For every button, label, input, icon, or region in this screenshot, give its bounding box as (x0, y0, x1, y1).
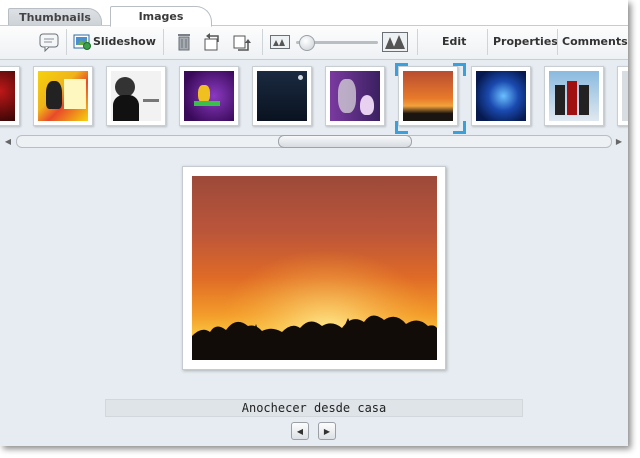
tab-images[interactable]: Images (110, 6, 212, 27)
zoom-small-icon[interactable] (270, 35, 290, 49)
tab-thumbnails[interactable]: Thumbnails (8, 8, 102, 26)
scrollbar-thumb[interactable] (278, 135, 412, 148)
rotate-right-icon[interactable] (232, 32, 252, 52)
thumbnail[interactable] (0, 66, 20, 126)
thumbnail[interactable] (617, 66, 628, 126)
toolbar-separator (262, 29, 263, 55)
toolbar-separator (487, 29, 488, 55)
scroll-left-arrow-icon[interactable]: ◀ (3, 136, 13, 146)
zoom-large-icon[interactable] (382, 32, 408, 52)
toolbar-separator (557, 29, 558, 55)
edit-button[interactable]: Edit (442, 35, 466, 48)
comment-icon[interactable] (39, 32, 59, 52)
zoom-slider-knob[interactable] (299, 35, 316, 51)
slideshow-button[interactable]: Slideshow (93, 35, 156, 48)
main-image[interactable] (192, 176, 437, 360)
toolbar: Slideshow Edit Properties Comments (0, 26, 628, 60)
selection-marker (453, 63, 466, 76)
scroll-right-arrow-icon[interactable]: ▶ (614, 136, 624, 146)
toolbar-separator (417, 29, 418, 55)
thumbnail-filmstrip (0, 60, 628, 134)
caption-text: Anochecer desde casa (241, 401, 387, 415)
toolbar-separator (66, 29, 67, 55)
trash-icon[interactable] (174, 32, 194, 52)
next-arrow-icon: ▶ (323, 426, 331, 436)
thumbnail[interactable] (471, 66, 531, 126)
thumbnail[interactable] (179, 66, 239, 126)
previous-arrow-icon: ◀ (296, 426, 304, 436)
thumbnail[interactable] (33, 66, 93, 126)
selection-marker (395, 63, 408, 76)
thumbnail[interactable] (106, 66, 166, 126)
properties-button[interactable]: Properties (493, 35, 558, 48)
selection-marker (395, 121, 408, 134)
comments-button[interactable]: Comments (562, 35, 628, 48)
tab-images-label: Images (138, 10, 184, 23)
thumbnail[interactable] (325, 66, 385, 126)
filmstrip-scrollbar[interactable]: ◀ ▶ (0, 134, 628, 148)
previous-button[interactable]: ◀ (291, 422, 309, 440)
thumbnail[interactable] (252, 66, 312, 126)
image-caption: Anochecer desde casa (105, 399, 523, 417)
tab-bar: Thumbnails Images (0, 0, 628, 27)
rotate-left-icon[interactable] (202, 32, 222, 52)
tab-thumbnails-label: Thumbnails (19, 11, 91, 24)
thumbnail[interactable] (544, 66, 604, 126)
selection-marker (453, 121, 466, 134)
next-button[interactable]: ▶ (318, 422, 336, 440)
main-image-frame (182, 166, 446, 370)
slideshow-icon[interactable] (72, 32, 92, 52)
toolbar-separator (163, 29, 164, 55)
image-viewer-window: Thumbnails Images Slideshow Edit Propert… (0, 0, 628, 446)
